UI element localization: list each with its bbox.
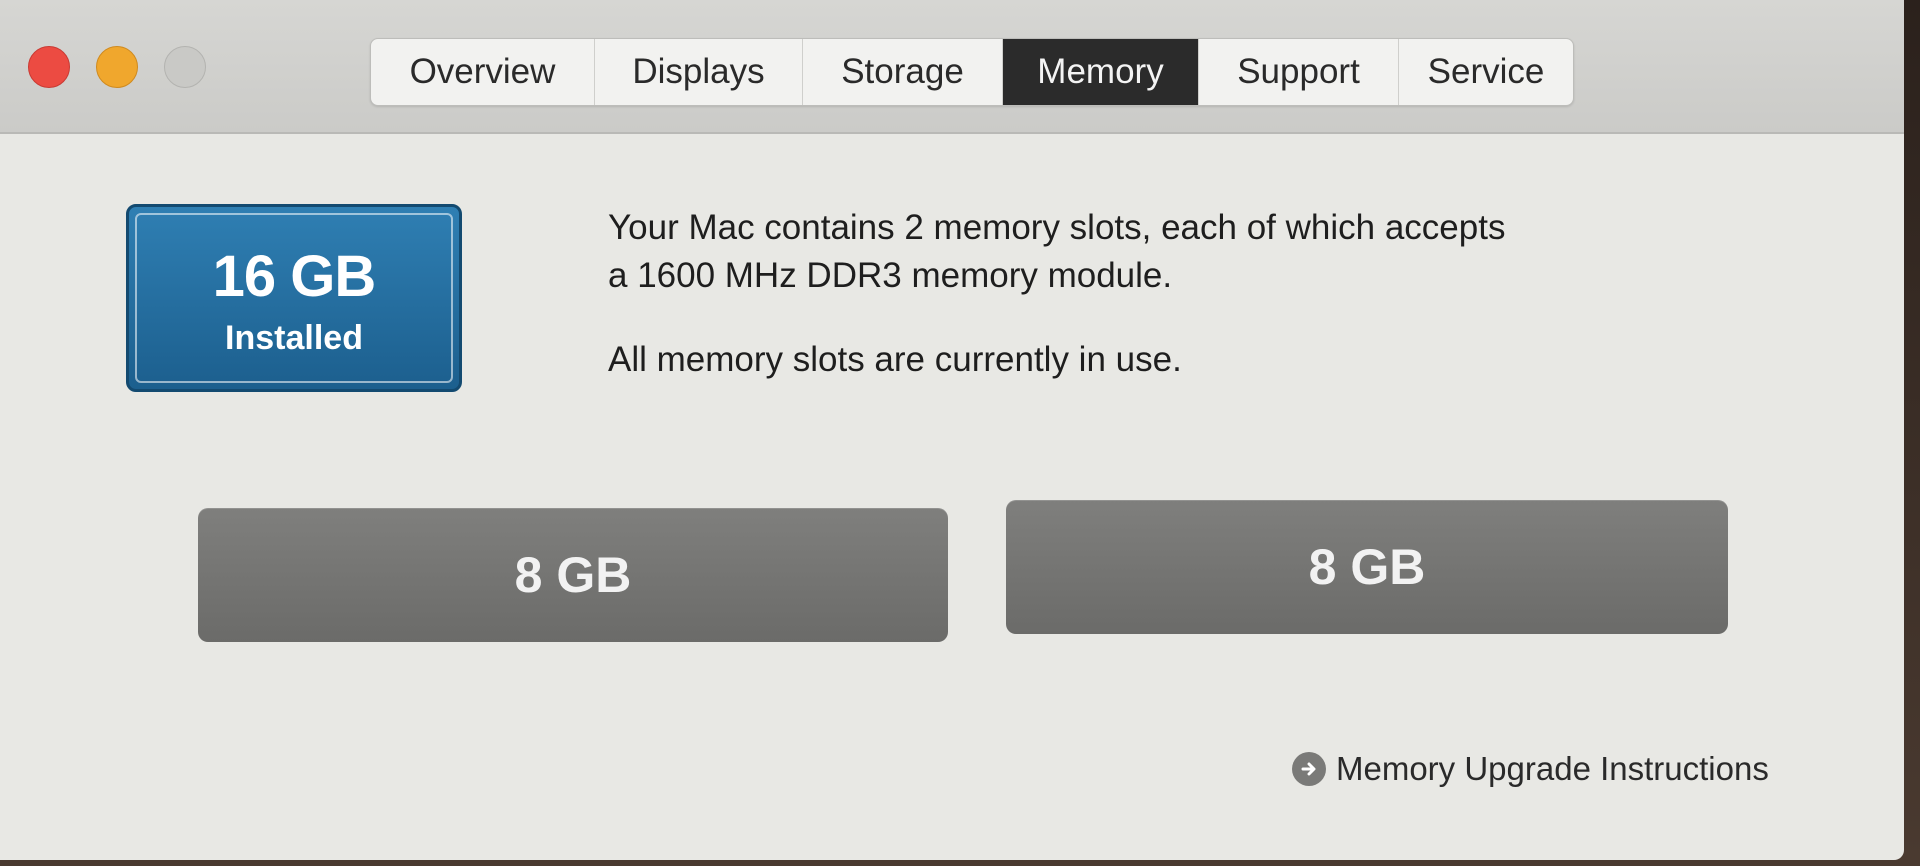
close-window-button[interactable] xyxy=(28,46,70,88)
tab-support[interactable]: Support xyxy=(1199,39,1399,105)
installed-memory-size: 16 GB xyxy=(212,244,377,309)
memory-slot-1: 8 GB xyxy=(198,508,948,642)
tab-displays[interactable]: Displays xyxy=(595,39,803,105)
installed-memory-label: Installed xyxy=(225,319,363,357)
memory-slot-2: 8 GB xyxy=(1006,500,1728,634)
memory-slots-description: Your Mac contains 2 memory slots, each o… xyxy=(608,204,1708,300)
memory-slots-status: All memory slots are currently in use. xyxy=(608,340,1182,379)
arrow-circle-right-icon xyxy=(1292,752,1326,786)
tab-storage[interactable]: Storage xyxy=(803,39,1003,105)
installed-memory-badge: 16 GB Installed xyxy=(126,204,462,392)
about-this-mac-window: Overview Displays Storage Memory Support… xyxy=(0,0,1904,860)
memory-upgrade-instructions-link[interactable]: Memory Upgrade Instructions xyxy=(1292,750,1769,788)
tab-bar: Overview Displays Storage Memory Support… xyxy=(370,38,1574,106)
description-line-1: Your Mac contains 2 memory slots, each o… xyxy=(608,208,1506,247)
minimize-window-button[interactable] xyxy=(96,46,138,88)
zoom-window-button[interactable] xyxy=(164,46,206,88)
tab-service[interactable]: Service xyxy=(1399,39,1573,105)
memory-upgrade-instructions-label: Memory Upgrade Instructions xyxy=(1336,750,1769,787)
tab-overview[interactable]: Overview xyxy=(371,39,595,105)
window-toolbar: Overview Displays Storage Memory Support… xyxy=(0,0,1904,134)
tab-memory[interactable]: Memory xyxy=(1003,39,1199,105)
description-line-2: a 1600 MHz DDR3 memory module. xyxy=(608,256,1173,295)
